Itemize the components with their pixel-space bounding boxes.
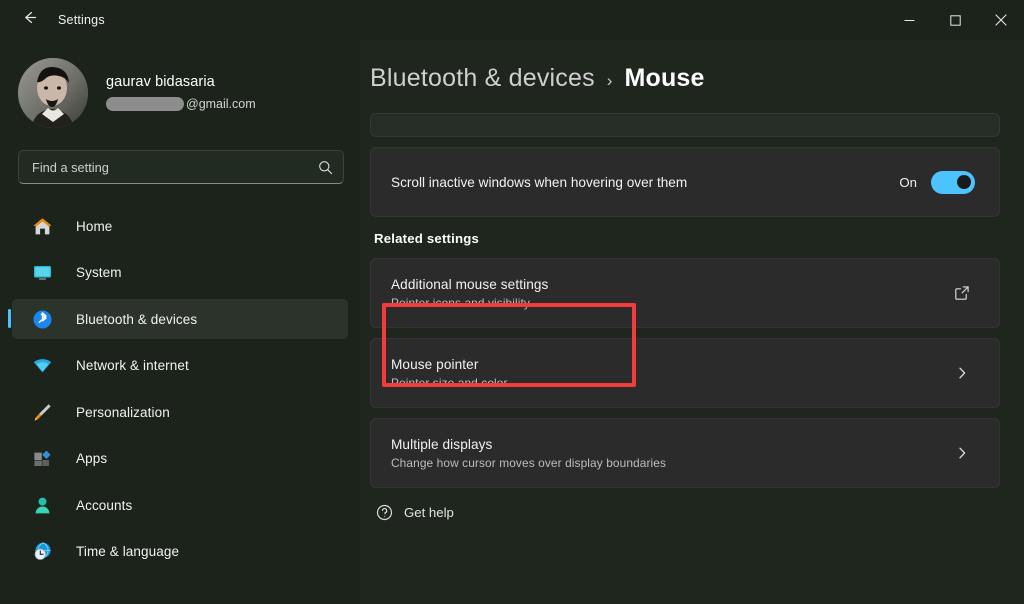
scrolled-partial-card	[370, 113, 1000, 137]
scroll-inactive-windows-label: Scroll inactive windows when hovering ov…	[391, 174, 688, 190]
settings-window: Settings gaurav bidasaria @gmail.com Fin…	[0, 0, 1024, 604]
account-email: @gmail.com	[106, 96, 256, 113]
sidebar-item-bluetooth-and-devices[interactable]: Bluetooth & devices	[8, 299, 348, 339]
title-bar: Settings	[0, 0, 1024, 40]
toggle-knob	[957, 175, 971, 189]
system-icon	[30, 261, 54, 285]
multiple-displays-card[interactable]: Multiple displays Change how cursor move…	[370, 418, 1000, 488]
help-icon	[374, 502, 394, 522]
card-subtitle: Change how cursor moves over display bou…	[391, 455, 667, 470]
minimize-icon	[904, 15, 915, 26]
card-subtitle: Pointer icons and visibility	[391, 295, 530, 310]
wifi-icon	[30, 354, 54, 378]
mouse-pointer-row[interactable]: Mouse pointer Pointer size and color	[371, 339, 999, 407]
get-help-label: Get help	[404, 504, 454, 520]
card-title: Additional mouse settings	[391, 276, 549, 292]
minimize-button[interactable]	[886, 0, 932, 40]
scroll-inactive-windows-card: Scroll inactive windows when hovering ov…	[370, 147, 1000, 217]
sidebar-item-label: Personalization	[76, 404, 170, 420]
external-link-icon[interactable]	[949, 285, 975, 301]
account-email-domain: @gmail.com	[186, 96, 256, 111]
account-text: gaurav bidasaria @gmail.com	[106, 73, 256, 112]
sidebar-item-label: Bluetooth & devices	[76, 311, 198, 327]
mouse-pointer-card[interactable]: Mouse pointer Pointer size and color	[370, 338, 1000, 408]
additional-mouse-settings-card[interactable]: Additional mouse settings Pointer icons …	[370, 258, 1000, 328]
sidebar-item-time-and-language[interactable]: Time & language	[12, 532, 348, 572]
person-icon	[30, 493, 54, 517]
apps-icon	[30, 447, 54, 471]
sidebar: gaurav bidasaria @gmail.com Find a setti…	[0, 40, 360, 604]
get-help-link[interactable]: Get help	[370, 502, 1000, 522]
search-input[interactable]: Find a setting	[18, 150, 344, 184]
sidebar-item-label: System	[76, 265, 122, 280]
home-icon	[30, 214, 54, 238]
multiple-displays-row[interactable]: Multiple displays Change how cursor move…	[371, 419, 999, 487]
additional-mouse-settings-texts: Additional mouse settings Pointer icons …	[391, 277, 949, 310]
scroll-inactive-windows-toggle[interactable]	[931, 170, 975, 194]
search-container: Find a setting	[0, 142, 360, 184]
chevron-right-icon[interactable]	[949, 366, 975, 380]
close-button[interactable]	[978, 0, 1024, 40]
redaction-blob	[106, 97, 184, 112]
sidebar-item-label: Network & internet	[76, 358, 189, 373]
paintbrush-icon	[30, 400, 54, 424]
sidebar-item-system[interactable]: System	[12, 253, 348, 293]
bluetooth-icon	[30, 307, 54, 331]
window-controls	[886, 0, 1024, 40]
window-body: gaurav bidasaria @gmail.com Find a setti…	[0, 40, 1024, 604]
search-placeholder: Find a setting	[32, 159, 109, 175]
sidebar-item-personalization[interactable]: Personalization	[12, 392, 348, 432]
scroll-inactive-windows-row: Scroll inactive windows when hovering ov…	[371, 148, 999, 216]
sidebar-item-network-and-internet[interactable]: Network & internet	[12, 346, 348, 386]
card-subtitle: Pointer size and color	[391, 375, 508, 390]
window-title: Settings	[58, 13, 105, 27]
main-content: Bluetooth & devices › Mouse Scroll inact…	[360, 40, 1024, 604]
back-arrow-icon	[21, 9, 38, 31]
related-settings-heading: Related settings	[374, 231, 480, 246]
sidebar-item-apps[interactable]: Apps	[12, 439, 348, 479]
sidebar-item-home[interactable]: Home	[12, 206, 348, 246]
sidebar-item-label: Time & language	[76, 544, 180, 559]
sidebar-item-label: Accounts	[76, 497, 133, 513]
additional-mouse-settings-row[interactable]: Additional mouse settings Pointer icons …	[371, 259, 999, 327]
breadcrumb-parent[interactable]: Bluetooth & devices	[370, 64, 595, 93]
card-title: Multiple displays	[391, 436, 493, 452]
clock-globe-icon	[30, 540, 54, 564]
chevron-right-icon: ›	[606, 70, 613, 90]
card-title: Mouse pointer	[391, 356, 479, 372]
sidebar-item-label: Apps	[76, 451, 108, 466]
avatar	[18, 58, 88, 128]
breadcrumb: Bluetooth & devices › Mouse	[370, 40, 1000, 113]
toggle-state-label: On	[899, 174, 917, 190]
sidebar-item-label: Home	[76, 218, 113, 234]
sidebar-nav: Home System Bluetooth & devices Network …	[0, 206, 360, 604]
chevron-right-icon[interactable]	[949, 446, 975, 460]
close-icon	[995, 14, 1007, 26]
page-title: Mouse	[624, 64, 705, 92]
back-button[interactable]	[12, 6, 46, 34]
sidebar-item-accounts[interactable]: Accounts	[12, 485, 348, 525]
account-block[interactable]: gaurav bidasaria @gmail.com	[0, 40, 360, 142]
account-name: gaurav bidasaria	[106, 74, 215, 91]
avatar-photo-icon	[18, 58, 88, 128]
multiple-displays-texts: Multiple displays Change how cursor move…	[391, 437, 949, 470]
maximize-icon	[949, 14, 961, 26]
mouse-pointer-texts: Mouse pointer Pointer size and color	[391, 357, 949, 390]
maximize-button[interactable]	[932, 0, 978, 40]
search-icon	[318, 160, 333, 175]
scroll-inactive-toggle-area: On	[899, 170, 975, 194]
